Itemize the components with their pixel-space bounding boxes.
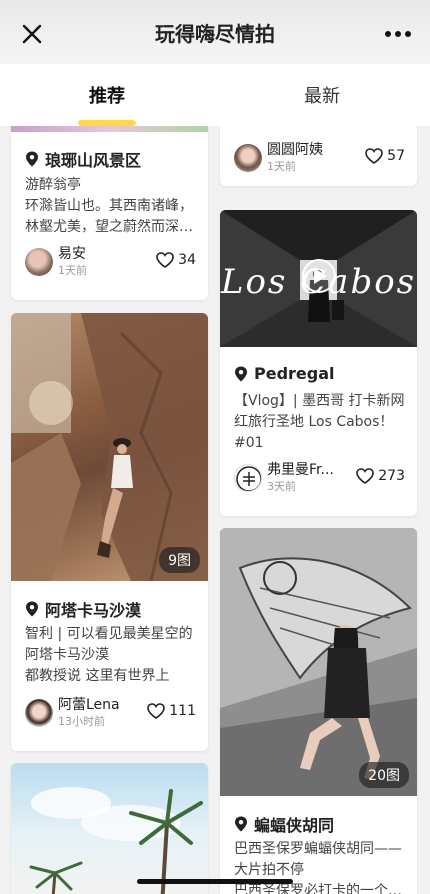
- author[interactable]: 弗里曼Fr... 3天前: [234, 462, 334, 494]
- like-count: 34: [178, 252, 196, 268]
- post-photo: [11, 126, 208, 132]
- post-photo: 20图: [220, 528, 417, 796]
- heart-icon: [147, 703, 166, 719]
- heart-icon: [156, 252, 174, 268]
- location-label: Pedregal: [234, 364, 335, 383]
- active-tab-indicator: [78, 120, 136, 126]
- like-button[interactable]: 111: [147, 703, 196, 719]
- author-name: 圆圆阿姨: [267, 142, 323, 158]
- post-time: 1天前: [267, 160, 296, 173]
- page-title: 玩得嗨尽情拍: [155, 21, 275, 46]
- photo-count-badge: 9图: [159, 547, 200, 573]
- like-count: 111: [169, 703, 196, 719]
- avatar: [234, 144, 262, 172]
- post-photo: 9图: [11, 313, 208, 581]
- post-card[interactable]: 琅琊山风景区 游醉翁亭 环滁皆山也。其西南诸峰，林壑尤美，望之蔚然而深… 易安 …: [11, 126, 208, 300]
- post-card[interactable]: 圆圆阿姨 1天前 57: [220, 126, 417, 186]
- post-time: 13小时前: [58, 715, 105, 728]
- street-art-scene: [220, 528, 417, 796]
- location-pin-icon: [26, 151, 38, 167]
- video-overlay-text: Los Cabos: [220, 262, 417, 302]
- post-photo: [11, 763, 208, 894]
- location-pin-icon: [26, 601, 38, 617]
- like-button[interactable]: 57: [365, 148, 405, 164]
- photo-count-badge: 20图: [359, 762, 409, 788]
- author-name: 弗里曼Fr...: [267, 462, 334, 478]
- location-name: 阿塔卡马沙漠: [45, 601, 142, 620]
- like-count: 273: [378, 468, 405, 484]
- like-count: 57: [387, 148, 405, 164]
- author[interactable]: 易安 1天前: [25, 246, 87, 278]
- logo-avatar-icon: [236, 466, 261, 491]
- author-name: 阿蕾Lena: [58, 697, 120, 713]
- tab-latest[interactable]: 最新: [222, 64, 422, 126]
- location-pin-icon: [235, 366, 247, 381]
- top-bar: 玩得嗨尽情拍: [0, 0, 430, 64]
- heart-icon: [356, 468, 375, 484]
- post-card[interactable]: [11, 763, 208, 894]
- post-time: 3天前: [267, 480, 296, 493]
- location-name: 蝙蝠侠胡同: [254, 816, 335, 835]
- avatar: [25, 699, 53, 727]
- post-card[interactable]: 9图 阿塔卡马沙漠 智利 | 可以看见最美星空的阿塔卡马沙漠 都教授说 这里有世…: [11, 313, 208, 751]
- avatar: [234, 464, 262, 492]
- location-label: 蝙蝠侠胡同: [234, 812, 334, 836]
- close-icon[interactable]: [20, 22, 44, 46]
- avatar: [25, 248, 53, 276]
- tab-bar: 推荐 最新: [0, 64, 430, 126]
- like-button[interactable]: 34: [156, 252, 196, 268]
- location-label: 阿塔卡马沙漠: [25, 597, 141, 621]
- feed: 琅琊山风景区 游醉翁亭 环滁皆山也。其西南诸峰，林壑尤美，望之蔚然而深… 易安 …: [0, 126, 430, 894]
- post-time: 1天前: [58, 264, 87, 277]
- author-name: 易安: [58, 246, 86, 262]
- post-description: 巴西圣保罗蝙蝠侠胡同——大片拍不停 巴西圣保罗必打卡的一个…: [234, 841, 402, 894]
- post-card[interactable]: Los Cabos Pedregal 【Vlog】| 墨西哥 打卡新网红旅行圣地…: [220, 210, 417, 516]
- like-button[interactable]: 273: [356, 468, 405, 484]
- location-name: Pedregal: [254, 364, 335, 383]
- more-icon[interactable]: [384, 30, 412, 38]
- post-card[interactable]: 20图 蝙蝠侠胡同 巴西圣保罗蝙蝠侠胡同——大片拍不停 巴西圣保罗必打卡的一个…: [220, 528, 417, 894]
- location-name: 琅琊山风景区: [45, 151, 142, 170]
- post-description: 【Vlog】| 墨西哥 打卡新网红旅行圣地 Los Cabos！#01: [234, 393, 405, 451]
- location-pin-icon: [235, 816, 247, 832]
- post-video-thumbnail[interactable]: Los Cabos: [220, 210, 417, 347]
- author[interactable]: 阿蕾Lena 13小时前: [25, 697, 120, 729]
- heart-icon: [365, 148, 383, 164]
- tab-recommended[interactable]: 推荐: [7, 64, 207, 126]
- location-label: 琅琊山风景区: [25, 147, 141, 171]
- palm-tree-scene: [29, 787, 203, 894]
- post-description: 智利 | 可以看见最美星空的阿塔卡马沙漠 都教授说 这里有世界上最…: [25, 626, 193, 684]
- post-description: 游醉翁亭 环滁皆山也。其西南诸峰，林壑尤美，望之蔚然而深…: [25, 177, 193, 235]
- home-indicator: [137, 879, 293, 884]
- desert-rock-scene: [11, 313, 208, 581]
- author[interactable]: 圆圆阿姨 1天前: [234, 142, 323, 174]
